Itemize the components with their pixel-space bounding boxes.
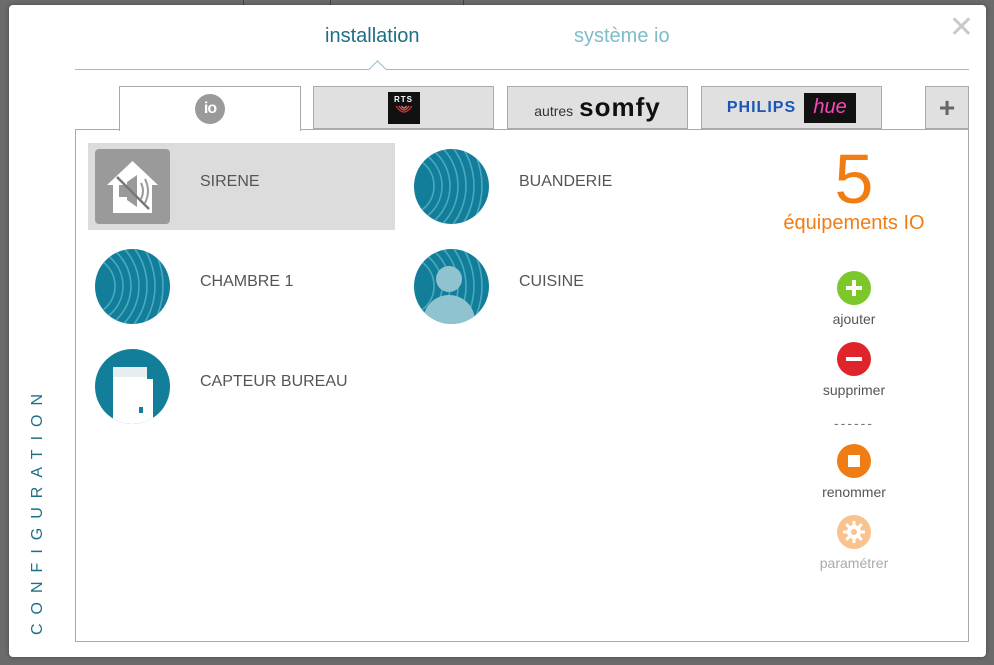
brand-tab-philips-hue[interactable]: PHILIPS hue xyxy=(701,86,882,129)
devices-panel: SIRENE BUANDERIE CHAMBRE 1 CUISINE CAPTE… xyxy=(75,129,969,642)
actions-separator: ------ xyxy=(834,415,874,431)
device-count: 5 équipements IO xyxy=(756,142,952,235)
tab-divider xyxy=(75,69,969,70)
rts-logo-icon: RTS xyxy=(387,91,420,124)
hue-text: hue xyxy=(813,96,847,118)
device-capteur-bureau[interactable]: CAPTEUR BUREAU xyxy=(88,343,395,430)
rename-device-label: renommer xyxy=(822,484,886,500)
plus-icon: + xyxy=(938,91,956,123)
somfy-name: somfy xyxy=(579,92,661,122)
add-device-label: ajouter xyxy=(832,311,876,327)
active-tab-caret xyxy=(368,60,387,79)
device-label: CAPTEUR BUREAU xyxy=(200,373,348,390)
device-count-label: équipements IO xyxy=(783,212,925,234)
brand-tab-rts[interactable]: RTS xyxy=(313,86,494,129)
device-label: SIRENE xyxy=(200,173,260,190)
somfy-logo: autres somfy xyxy=(534,92,661,123)
sensor-icon xyxy=(95,349,170,424)
remove-device-label: supprimer xyxy=(822,382,886,398)
device-count-number: 5 xyxy=(834,140,874,218)
stop-square-icon xyxy=(837,444,871,478)
device-label: BUANDERIE xyxy=(519,173,613,190)
philips-hue-logo: PHILIPS hue xyxy=(726,92,857,123)
top-tabs: installation système io xyxy=(9,5,986,79)
person-waves-icon xyxy=(414,249,489,324)
device-sirene[interactable]: SIRENE xyxy=(88,143,395,230)
rts-logo-text: RTS xyxy=(394,94,413,104)
siren-house-icon xyxy=(95,149,170,224)
tab-systeme-io[interactable]: système io xyxy=(574,25,670,48)
io-logo-text: io xyxy=(203,100,217,117)
io-waves-icon xyxy=(414,149,489,224)
rts-waves-icon xyxy=(395,105,412,113)
brand-tab-io[interactable]: io xyxy=(119,86,301,131)
philips-text: PHILIPS xyxy=(726,98,797,116)
minus-circle-icon xyxy=(837,342,871,376)
device-buanderie[interactable]: BUANDERIE xyxy=(407,143,714,230)
io-logo-icon: io xyxy=(195,94,225,124)
plus-circle-icon xyxy=(837,271,871,305)
gear-icon xyxy=(837,515,871,549)
somfy-prefix: autres xyxy=(534,103,574,119)
io-waves-icon xyxy=(95,249,170,324)
tab-installation[interactable]: installation xyxy=(325,25,420,48)
device-chambre-1[interactable]: CHAMBRE 1 xyxy=(88,243,395,330)
device-cuisine[interactable]: CUISINE xyxy=(407,243,714,330)
rename-device-button[interactable]: renommer xyxy=(776,444,932,500)
add-brand-button[interactable]: + xyxy=(925,86,969,129)
add-device-button[interactable]: ajouter xyxy=(776,271,932,327)
side-label-configuration: CONFIGURATION xyxy=(29,384,46,635)
remove-device-button[interactable]: supprimer xyxy=(776,342,932,398)
configuration-modal: ✕ installation système io io RTS autres … xyxy=(9,5,986,657)
configure-device-label: paramétrer xyxy=(819,555,889,571)
device-label: CHAMBRE 1 xyxy=(200,273,294,290)
hue-logo-icon: hue xyxy=(804,92,857,123)
device-label: CUISINE xyxy=(519,273,584,290)
configure-device-button[interactable]: paramétrer xyxy=(776,515,932,571)
brand-tab-autres-somfy[interactable]: autres somfy xyxy=(507,86,688,129)
